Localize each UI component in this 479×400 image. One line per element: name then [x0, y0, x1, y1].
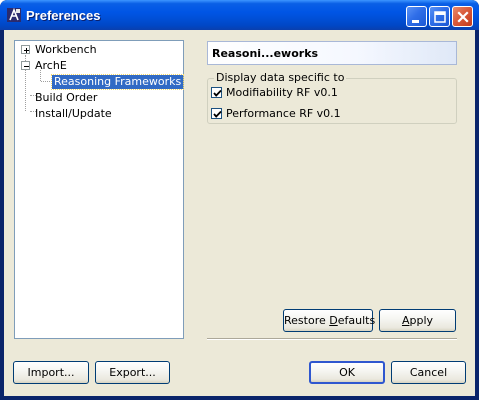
checkbox-box[interactable] [211, 108, 222, 119]
tree-item-arche[interactable]: ArchE [35, 59, 67, 73]
tree-item-reasoning-frameworks[interactable]: Reasoning Frameworks [50, 74, 185, 90]
expand-icon[interactable] [21, 45, 30, 54]
cancel-button[interactable]: Cancel [391, 361, 466, 384]
window-title: Preferences [26, 8, 101, 23]
checkmark-icon [213, 110, 222, 118]
maximize-button[interactable] [429, 6, 450, 27]
close-button[interactable] [452, 6, 473, 27]
preferences-tree[interactable]: Workbench ArchE Reasoning Frameworks Bui… [14, 40, 185, 339]
dialog-client-area: Workbench ArchE Reasoning Frameworks Bui… [4, 30, 475, 396]
checkmark-icon [213, 89, 222, 97]
collapse-icon[interactable] [21, 61, 30, 70]
maximize-icon [434, 11, 446, 23]
close-icon [457, 11, 469, 23]
minimize-icon [412, 20, 419, 23]
tree-connector [41, 81, 52, 82]
apply-button[interactable]: Apply [379, 309, 456, 332]
button-label: pply [409, 314, 434, 327]
button-label: Restore [284, 314, 330, 327]
button-accelerator: A [401, 314, 410, 327]
tree-item-workbench[interactable]: Workbench [35, 43, 97, 57]
tree-item-build-order[interactable]: Build Order [35, 91, 97, 105]
button-label: efaults [337, 314, 376, 327]
app-icon [6, 7, 22, 23]
title-bar[interactable]: Preferences [0, 0, 479, 30]
tree-item-install-update[interactable]: Install/Update [35, 107, 112, 121]
minimize-button[interactable] [406, 6, 427, 27]
preferences-window: Preferences Workbench ArchE Reasoning Fr… [0, 0, 479, 400]
separator [207, 338, 457, 340]
ok-button[interactable]: OK [309, 361, 385, 384]
import-button[interactable]: Import... [13, 361, 89, 384]
restore-defaults-button[interactable]: Restore Defaults [283, 309, 376, 332]
group-label: Display data specific to [214, 71, 347, 84]
checkbox-box[interactable] [211, 87, 222, 98]
button-accelerator: D [329, 314, 338, 327]
checkbox-label: Modifiability RF v0.1 [226, 86, 338, 99]
page-title: Reasoni...eworks [207, 41, 457, 65]
checkbox-label: Performance RF v0.1 [226, 107, 341, 120]
export-button[interactable]: Export... [95, 361, 170, 384]
